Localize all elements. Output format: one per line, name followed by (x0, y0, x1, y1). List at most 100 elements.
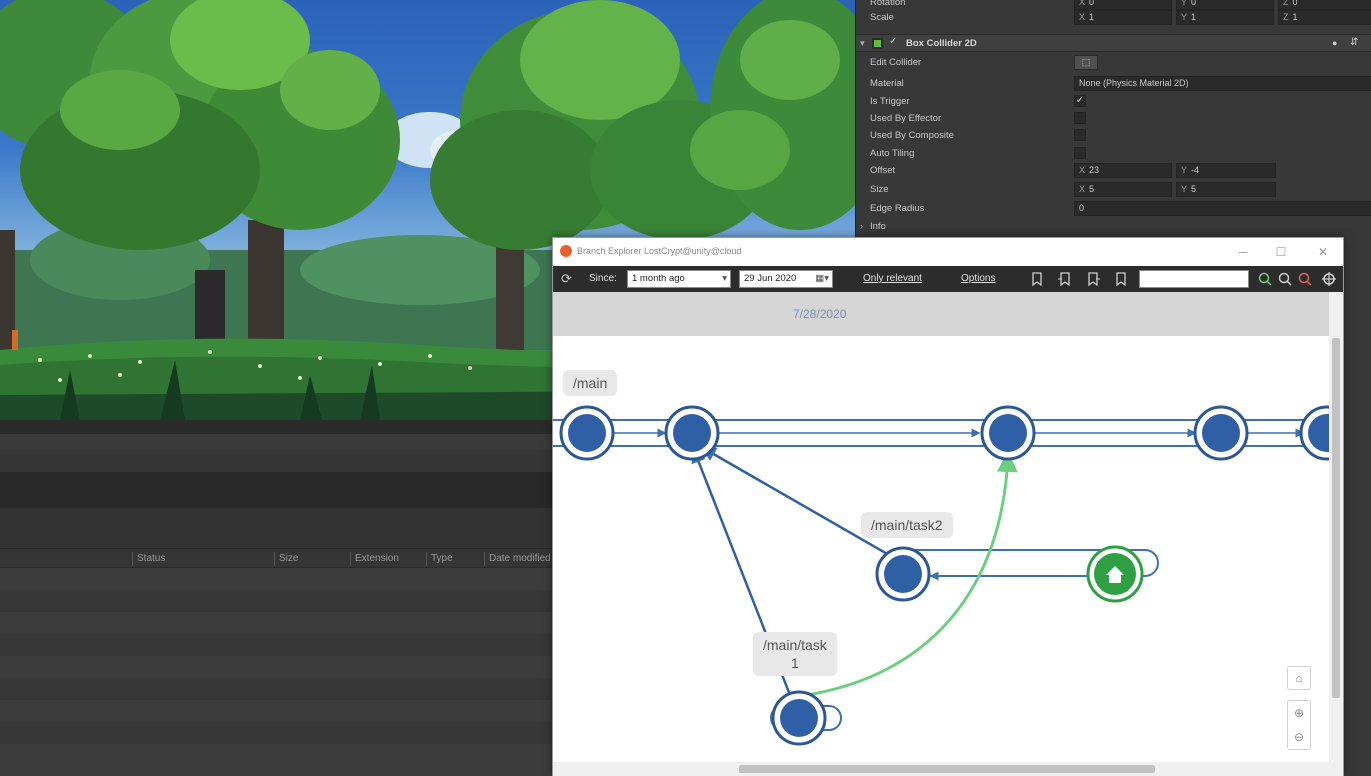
scale-label: Scale (870, 12, 894, 23)
size-x-field[interactable]: X5 (1074, 182, 1172, 197)
offset-label: Offset (870, 165, 896, 176)
box-collider-header[interactable]: ▾ ✓ Box Collider 2D ● ⇵ (856, 34, 1371, 52)
settings-icon[interactable]: ⇵ (1350, 37, 1358, 48)
changeset-node[interactable] (875, 546, 931, 602)
offset-x-field[interactable]: X 23 (1074, 163, 1172, 178)
home-icon[interactable]: ⌂ (1287, 666, 1311, 690)
table-row[interactable] (0, 722, 560, 744)
help-icon[interactable]: ● (1332, 38, 1337, 48)
info-label: Info (870, 221, 886, 232)
changeset-node[interactable] (664, 405, 720, 461)
component-title: Box Collider 2D (906, 38, 977, 49)
edit-collider-label: Edit Collider (870, 57, 922, 68)
changeset-node[interactable] (559, 405, 615, 461)
info-foldout-icon[interactable]: › (860, 221, 863, 231)
table-row[interactable] (0, 612, 560, 634)
scale-z-field[interactable]: Z1 (1278, 10, 1371, 25)
edge-radius-label: Edge Radius (870, 203, 925, 214)
collider-component-icon (872, 38, 883, 49)
branch-graph[interactable]: /main /main/task2 /main/task 1 ⌂ ⊕ ⊖ (553, 336, 1329, 762)
close-button[interactable]: ✕ (1313, 243, 1333, 261)
task2-parent-link (700, 446, 904, 565)
minimize-button[interactable]: ─ (1233, 243, 1253, 261)
zoom-out-icon[interactable]: ⊖ (1288, 725, 1310, 749)
since-dropdown[interactable]: 1 month ago ▾ (627, 270, 731, 288)
settings-icon[interactable] (1321, 271, 1337, 287)
bookmark-next-icon[interactable] (1085, 271, 1101, 287)
used-by-composite-checkbox[interactable] (1074, 129, 1086, 141)
vertical-scroll-thumb[interactable] (1332, 338, 1340, 698)
date-header-label: 7/28/2020 (793, 307, 847, 321)
edit-collider-row: Edit Collider ⬚ (856, 54, 1371, 72)
table-row[interactable] (0, 568, 560, 590)
column-size[interactable]: Size (274, 552, 298, 566)
info-row[interactable]: › Info (856, 218, 1371, 236)
column-date-modified[interactable]: Date modified (484, 552, 551, 566)
window-titlebar[interactable]: Branch Explorer LostCrypt@unity@cloud ─ … (553, 238, 1343, 266)
used-by-composite-row: Used By Composite (856, 127, 1371, 145)
column-type[interactable]: Type (426, 552, 453, 566)
vertical-scrollbar[interactable] (1329, 292, 1343, 762)
scale-row: Scale X1 Y1 Z1 (856, 9, 1371, 27)
bookmark-prev-icon[interactable] (1057, 271, 1073, 287)
home-changeset-node[interactable] (1086, 545, 1144, 603)
zoom-controls: ⊕ ⊖ (1287, 700, 1311, 750)
search-icon[interactable] (1257, 271, 1273, 287)
panel-row (0, 450, 560, 472)
branch-label-main[interactable]: /main (563, 370, 618, 396)
chevron-down-icon: ▾ (722, 273, 727, 284)
project-panel: Status Size Extension Type Date modified (0, 420, 560, 776)
size-y-field[interactable]: Y5 (1176, 182, 1276, 197)
is-trigger-checkbox[interactable]: ✓ (1074, 95, 1086, 107)
search-clear-icon[interactable] (1297, 271, 1313, 287)
changeset-node[interactable] (980, 405, 1036, 461)
auto-tiling-row: Auto Tiling (856, 145, 1371, 163)
panel-row (0, 508, 560, 548)
table-row[interactable] (0, 634, 560, 656)
changeset-node[interactable] (771, 690, 827, 746)
search-prev-icon[interactable] (1277, 271, 1293, 287)
table-row[interactable] (0, 678, 560, 700)
date-picker[interactable]: 29 Jun 2020 ▦▾ (739, 270, 833, 288)
size-label: Size (870, 184, 889, 195)
options-button[interactable]: Options (961, 273, 995, 284)
window-title: Branch Explorer LostCrypt@unity@cloud (577, 246, 742, 256)
offset-row: Offset X 23 Y -4 (856, 162, 1371, 180)
search-input[interactable] (1139, 270, 1249, 288)
maximize-button[interactable]: ☐ (1271, 243, 1291, 261)
material-field[interactable]: None (Physics Material 2D) (1074, 76, 1371, 91)
bookmark-icon[interactable] (1029, 271, 1045, 287)
offset-y-field[interactable]: Y -4 (1176, 163, 1276, 178)
horizontal-scrollbar[interactable] (553, 762, 1343, 776)
branch-label-task2[interactable]: /main/task2 (861, 512, 953, 538)
table-row[interactable] (0, 590, 560, 612)
date-header: 7/28/2020 (553, 292, 1329, 336)
only-relevant-button[interactable]: Only relevant (863, 273, 922, 284)
horizontal-scroll-thumb[interactable] (739, 765, 1155, 773)
changeset-node[interactable] (1193, 405, 1249, 461)
column-extension[interactable]: Extension (350, 552, 399, 566)
branch-explorer-window: Branch Explorer LostCrypt@unity@cloud ─ … (552, 237, 1344, 776)
panel-toolbar (0, 472, 560, 508)
refresh-icon[interactable]: ⟳ (561, 271, 572, 287)
component-enabled-checkbox[interactable]: ✓ (889, 36, 897, 47)
scale-x-field[interactable]: X1 (1074, 10, 1172, 25)
size-row: Size X5 Y5 (856, 181, 1371, 199)
auto-tiling-checkbox[interactable] (1074, 147, 1086, 159)
calendar-icon[interactable]: ▦▾ (815, 271, 829, 287)
zoom-in-icon[interactable]: ⊕ (1288, 701, 1310, 725)
table-row[interactable] (0, 700, 560, 722)
edit-collider-button[interactable]: ⬚ (1074, 55, 1098, 70)
branch-label-task1[interactable]: /main/task 1 (753, 632, 837, 676)
column-status[interactable]: Status (132, 552, 165, 566)
table-row[interactable] (0, 656, 560, 678)
scale-y-field[interactable]: Y1 (1176, 10, 1274, 25)
changeset-node[interactable] (1299, 405, 1329, 461)
foldout-arrow-icon[interactable]: ▾ (860, 38, 865, 49)
table-row[interactable] (0, 744, 560, 776)
bookmark-clear-icon[interactable] (1113, 271, 1129, 287)
used-by-effector-checkbox[interactable] (1074, 112, 1086, 124)
since-label: Since: (589, 273, 617, 284)
edge-radius-field[interactable]: 0 (1074, 201, 1371, 216)
panel-divider (0, 420, 560, 434)
